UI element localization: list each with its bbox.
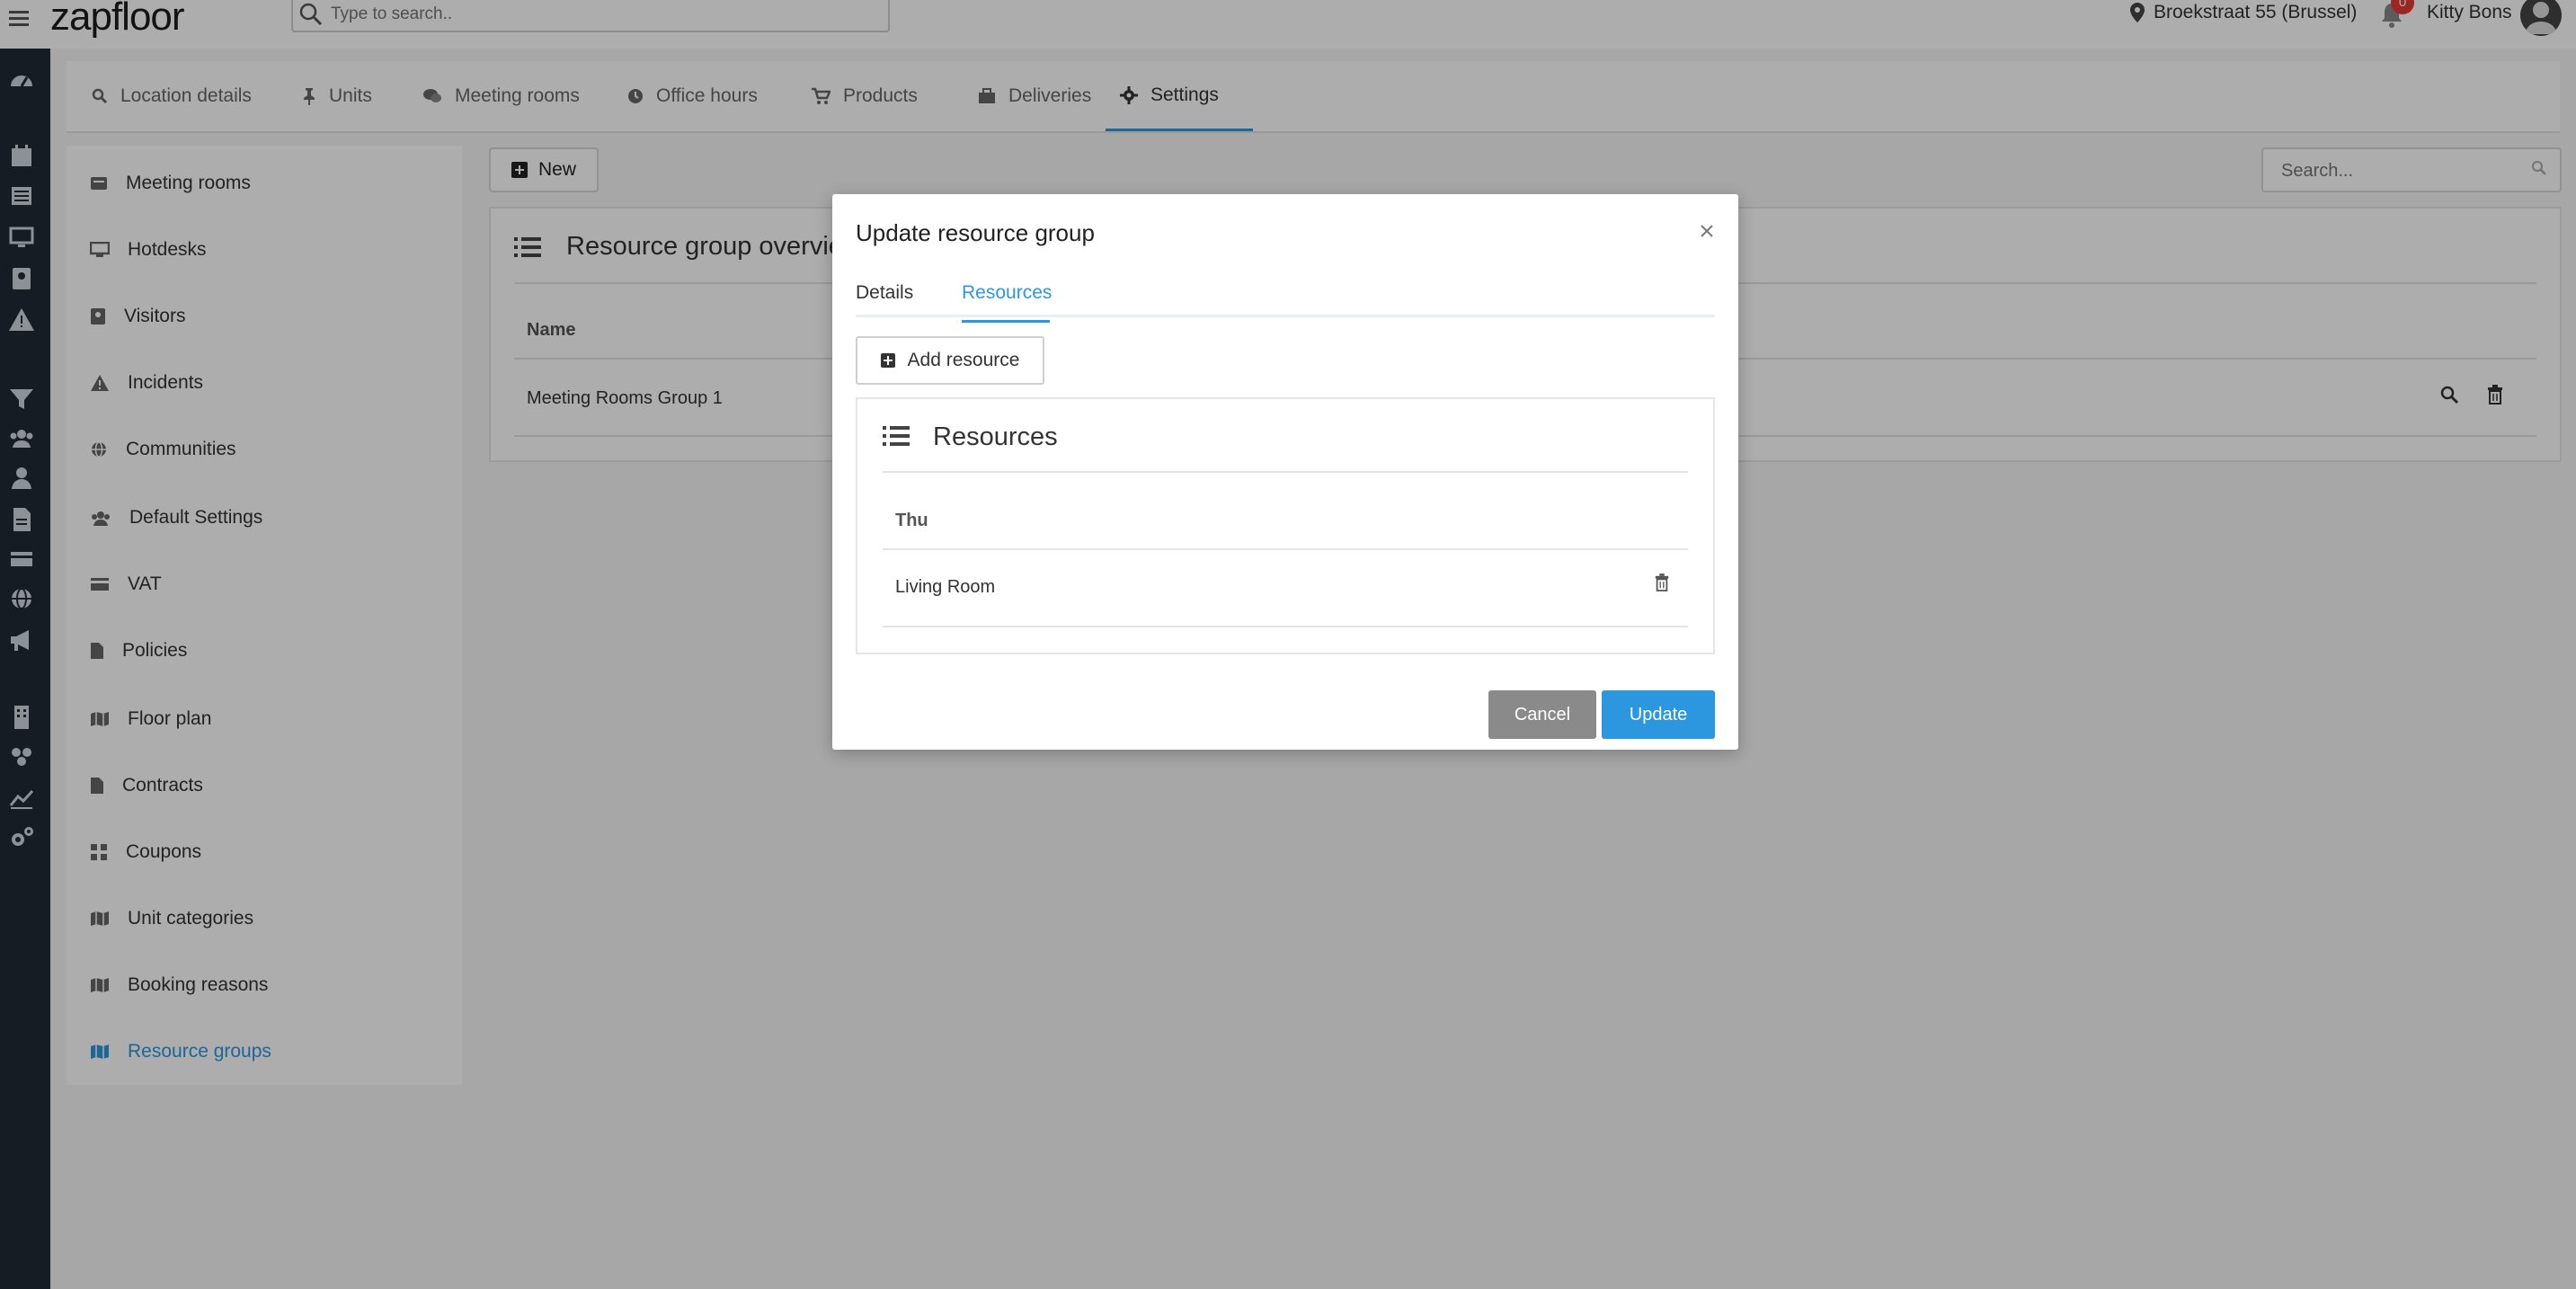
divider xyxy=(883,548,1688,550)
tab-details[interactable]: Details xyxy=(856,282,913,318)
resources-panel: Resources Thu Living Room xyxy=(856,397,1715,654)
list-icon xyxy=(883,424,910,448)
trash-icon[interactable] xyxy=(1654,573,1670,591)
column-header: Thu xyxy=(895,511,928,530)
plus-square-icon xyxy=(880,353,895,368)
modal-title: Update resource group xyxy=(856,219,1095,246)
add-resource-button[interactable]: Add resource xyxy=(856,336,1044,385)
update-button[interactable]: Update xyxy=(1602,690,1715,739)
cancel-button[interactable]: Cancel xyxy=(1488,690,1596,739)
update-resource-group-modal: Update resource group Details Resources … xyxy=(832,194,1738,750)
close-icon[interactable] xyxy=(1697,221,1717,241)
resource-row-name: Living Room xyxy=(895,577,996,597)
resources-title: Resources xyxy=(933,422,1058,451)
divider xyxy=(883,471,1688,473)
divider xyxy=(883,626,1688,627)
tabs-divider xyxy=(856,315,1715,317)
